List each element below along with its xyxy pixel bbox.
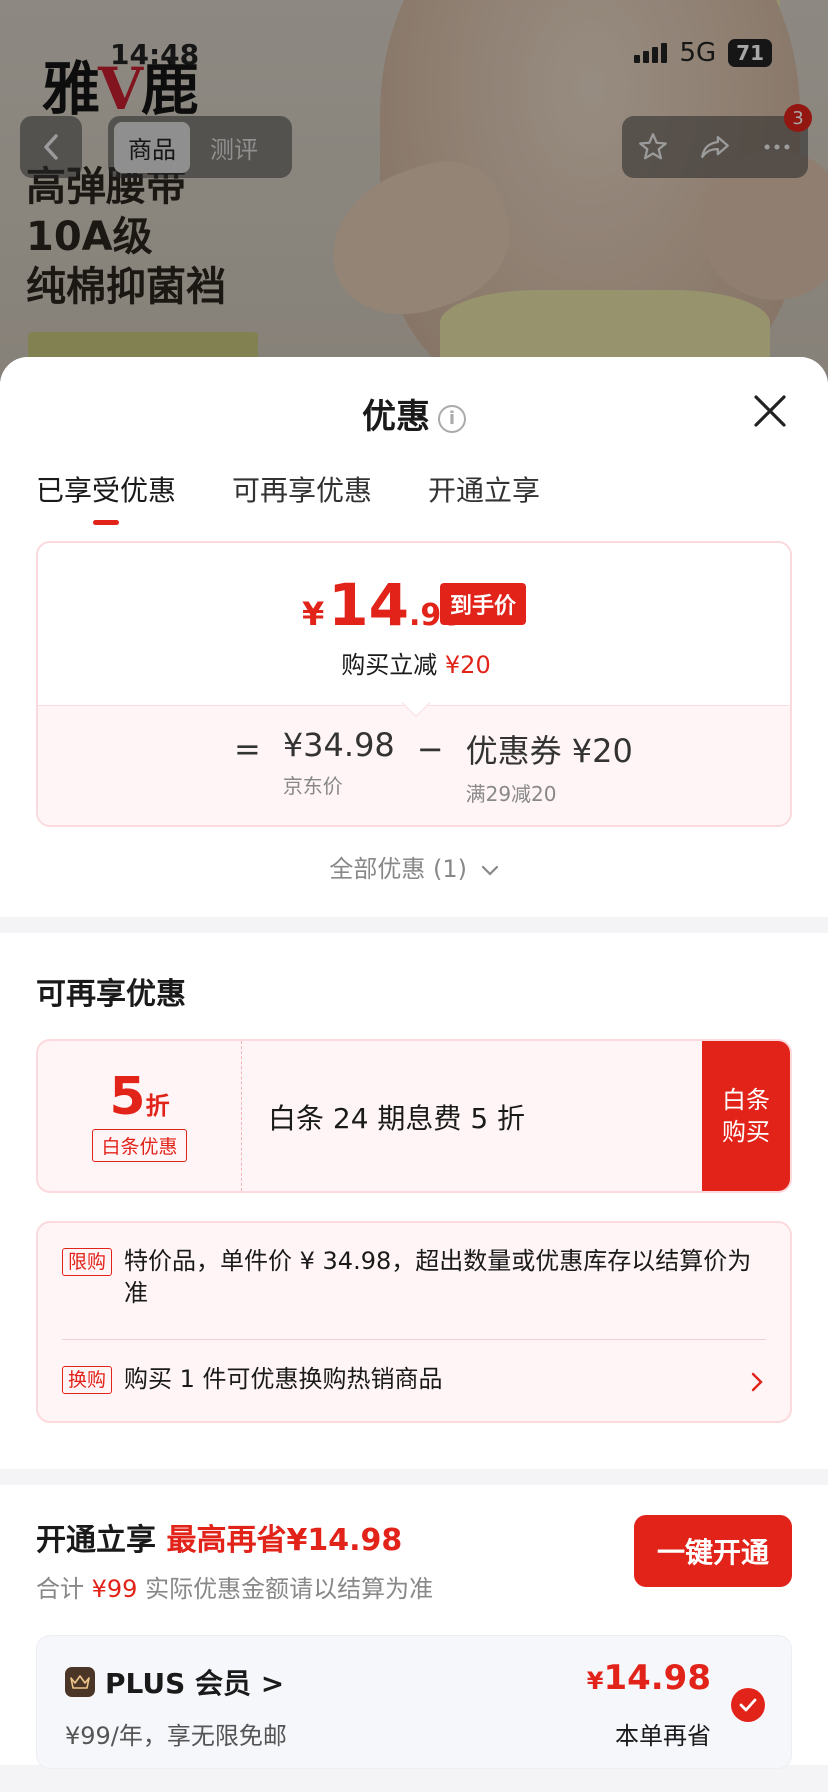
price-formula: = ¥34.98 京东价 − 优惠券 ¥20 满29减20 [234,726,633,806]
plus-save-amount: ¥14.98 [586,1658,711,1698]
one-click-open-button[interactable]: 一键开通 [634,1515,792,1587]
sheet-title: 优惠 i [0,389,828,438]
tab-enjoyed[interactable]: 已享受优惠 [36,469,176,509]
overlay-dim[interactable] [0,0,828,400]
more-promos-section: 可再享优惠 5折 白条优惠 白条 24 期息费 5 折 白条购买 限购 特价品，… [0,933,828,1469]
plus-desc: ¥99/年，享无限免邮 [65,1722,287,1750]
exchange-chip: 换购 [62,1366,113,1394]
baitiao-discount: 5折 白条优惠 [38,1041,242,1191]
exchange-rule[interactable]: 换购 购买 1 件可优惠换购热销商品 [62,1363,766,1395]
final-price-tag: 到手价 [440,583,527,625]
close-icon[interactable] [752,393,788,429]
rules-card: 限购 特价品，单件价 ¥ 34.98，超出数量或优惠库存以结算价为准 换购 购买… [36,1221,792,1423]
price-breakdown-card: ¥ 14 .98 到手价 购买立减 ¥20 = ¥34.98 京东价 − 优惠券… [36,541,792,827]
checkmark-icon[interactable] [731,1688,765,1722]
plus-member-card[interactable]: PLUS 会员 > ¥99/年，享无限免邮 ¥14.98 本单再省 [36,1635,792,1769]
promo-tabs: 已享受优惠 可再享优惠 开通立享 [36,469,540,509]
chevron-right-icon[interactable] [750,1371,764,1393]
limit-chip: 限购 [62,1248,113,1276]
promo-sheet: 优惠 i 已享受优惠 可再享优惠 开通立享 ¥ 14 .98 到手价 购买立减 ¥… [0,357,828,1792]
chevron-down-icon [481,865,498,876]
final-price-area: ¥ 14 .98 到手价 购买立减 ¥20 [38,543,790,705]
price-formula-area: = ¥34.98 京东价 − 优惠券 ¥20 满29减20 [38,705,790,825]
jd-price-label: 京东价 [282,774,343,798]
coupon-amount: 优惠券 ¥20 [465,732,633,770]
tab-open[interactable]: 开通立享 [428,469,540,509]
open-title: 开通立享 最高再省¥14.98 [36,1523,403,1558]
plus-name[interactable]: PLUS 会员 > [65,1662,284,1702]
baitiao-label: 白条优惠 [92,1129,187,1162]
crown-icon [65,1667,95,1697]
open-subtitle: 合计 ¥99 实际优惠金额请以结算为准 [36,1575,434,1603]
coupon-rule: 满29减20 [465,782,557,806]
baitiao-card: 5折 白条优惠 白条 24 期息费 5 折 白条购买 [36,1039,792,1193]
open-membership-section: 开通立享 最高再省¥14.98 合计 ¥99 实际优惠金额请以结算为准 一键开通… [0,1485,828,1769]
more-promos-title: 可再享优惠 [36,977,186,1012]
baitiao-desc: 白条 24 期息费 5 折 [268,1102,526,1135]
jd-price: ¥34.98 [282,726,395,764]
reduce-line: 购买立减 ¥20 [341,651,491,679]
info-icon[interactable]: i [438,405,466,433]
limit-rule: 限购 特价品，单件价 ¥ 34.98，超出数量或优惠库存以结算价为准 [62,1245,766,1309]
divider [62,1339,766,1340]
final-price: ¥ 14 .98 [302,571,463,639]
plus-save-label: 本单再省 [615,1722,711,1750]
tab-more[interactable]: 可再享优惠 [232,469,372,509]
all-promos-toggle[interactable]: 全部优惠 (1) [0,849,828,884]
enjoyed-promos-section: 优惠 i 已享受优惠 可再享优惠 开通立享 ¥ 14 .98 到手价 购买立减 ¥… [0,357,828,917]
baitiao-buy-button[interactable]: 白条购买 [702,1041,790,1191]
